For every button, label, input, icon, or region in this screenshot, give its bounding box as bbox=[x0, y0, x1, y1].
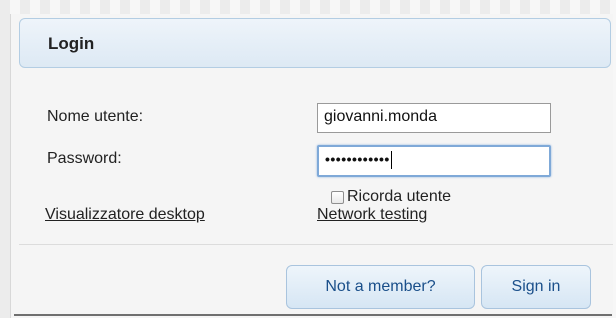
sign-in-label: Sign in bbox=[511, 278, 561, 295]
password-value: •••••••••••• bbox=[325, 151, 390, 168]
remember-user-option[interactable]: Ricorda utente bbox=[331, 188, 451, 206]
panel-bottom-edge bbox=[14, 314, 612, 316]
login-panel: Login Nome utente: giovanni.monda Passwo… bbox=[10, 14, 613, 318]
desktop-viewer-link[interactable]: Visualizzatore desktop bbox=[45, 206, 205, 224]
remember-user-label[interactable]: Ricorda utente bbox=[347, 188, 451, 206]
password-input[interactable]: •••••••••••• bbox=[317, 145, 551, 177]
not-member-label: Not a member? bbox=[325, 278, 436, 295]
username-input[interactable]: giovanni.monda bbox=[317, 103, 551, 133]
divider bbox=[19, 244, 613, 245]
not-member-button[interactable]: Not a member? bbox=[286, 265, 475, 309]
text-caret bbox=[390, 151, 392, 169]
password-label: Password: bbox=[47, 150, 122, 167]
login-title: Login bbox=[48, 34, 95, 53]
username-value: giovanni.monda bbox=[324, 108, 437, 125]
login-screen: Login Nome utente: giovanni.monda Passwo… bbox=[0, 0, 616, 318]
login-panel-header: Login bbox=[19, 18, 611, 68]
username-label: Nome utente: bbox=[47, 108, 144, 125]
sign-in-button[interactable]: Sign in bbox=[481, 265, 591, 309]
network-testing-link[interactable]: Network testing bbox=[317, 206, 427, 224]
remember-user-checkbox[interactable] bbox=[331, 190, 344, 204]
